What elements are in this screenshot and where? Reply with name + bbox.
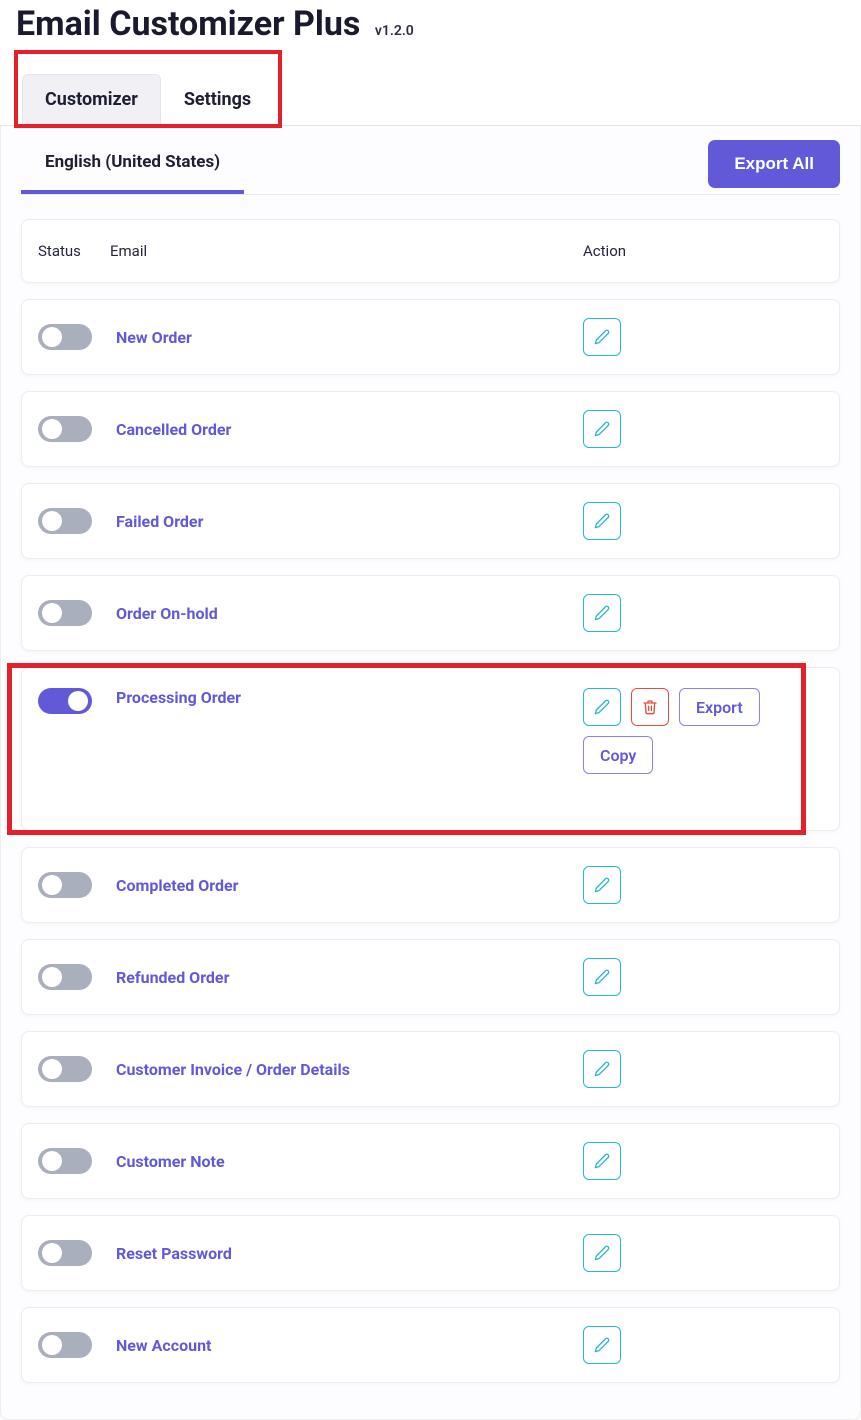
version-text: v1.2.0 (375, 23, 414, 39)
row-copy-button[interactable]: Copy (583, 736, 653, 774)
page-title: Email Customizer Plus v1.2.0 (0, 0, 861, 52)
email-name-link[interactable]: Processing Order (110, 688, 241, 707)
email-row: Order On-hold (21, 575, 840, 651)
action-group (583, 1142, 823, 1180)
edit-button[interactable] (583, 1234, 621, 1272)
email-row: New Order (21, 299, 840, 375)
email-name-link[interactable]: Customer Invoice / Order Details (110, 1060, 350, 1079)
email-row: Reset Password (21, 1215, 840, 1291)
email-name-link[interactable]: Cancelled Order (110, 420, 231, 439)
tab-settings[interactable]: Settings (161, 74, 274, 125)
content-panel: English (United States) Export All Statu… (0, 126, 861, 1420)
toggle-knob (42, 1243, 62, 1263)
title-text: Email Customizer Plus (16, 4, 360, 44)
toggle-knob (42, 511, 62, 531)
action-group (583, 594, 823, 632)
status-toggle[interactable] (38, 508, 92, 534)
status-toggle[interactable] (38, 1332, 92, 1358)
email-row: Customer Note (21, 1123, 840, 1199)
toggle-knob (68, 691, 88, 711)
email-name-link[interactable]: Failed Order (110, 512, 203, 531)
status-toggle[interactable] (38, 1148, 92, 1174)
email-name-link[interactable]: New Account (110, 1336, 211, 1355)
status-toggle[interactable] (38, 1056, 92, 1082)
col-header-email: Email (110, 242, 583, 260)
pencil-icon (594, 969, 610, 985)
edit-button[interactable] (583, 1050, 621, 1088)
delete-button[interactable] (631, 688, 669, 726)
action-group (583, 502, 823, 540)
email-row: Customer Invoice / Order Details (21, 1031, 840, 1107)
col-header-action: Action (583, 242, 823, 260)
pencil-icon (594, 329, 610, 345)
trash-icon (642, 699, 658, 715)
email-name-link[interactable]: Reset Password (110, 1244, 232, 1263)
status-toggle[interactable] (38, 324, 92, 350)
edit-button[interactable] (583, 866, 621, 904)
toggle-knob (42, 1059, 62, 1079)
edit-button[interactable] (583, 1142, 621, 1180)
action-group (583, 1326, 823, 1364)
pencil-icon (594, 1245, 610, 1261)
toggle-knob (42, 1335, 62, 1355)
email-row: Completed Order (21, 847, 840, 923)
status-toggle[interactable] (38, 964, 92, 990)
col-header-status: Status (38, 242, 110, 260)
action-group (583, 410, 823, 448)
status-toggle[interactable] (38, 416, 92, 442)
action-group (583, 1234, 823, 1272)
export-all-button[interactable]: Export All (708, 140, 840, 188)
email-list: Status Email Action New Order Cancelled O… (21, 219, 840, 1399)
action-group (583, 958, 823, 996)
edit-button[interactable] (583, 594, 621, 632)
toggle-knob (42, 875, 62, 895)
language-tab[interactable]: English (United States) (21, 134, 244, 194)
toggle-knob (42, 419, 62, 439)
edit-button[interactable] (583, 958, 621, 996)
edit-button[interactable] (583, 502, 621, 540)
email-name-link[interactable]: Refunded Order (110, 968, 229, 987)
edit-button[interactable] (583, 410, 621, 448)
main-tabs: Customizer Settings (0, 66, 861, 126)
email-row: Failed Order (21, 483, 840, 559)
edit-button[interactable] (583, 688, 621, 726)
email-row: Cancelled Order (21, 391, 840, 467)
action-group (583, 866, 823, 904)
row-export-button[interactable]: Export (679, 688, 760, 726)
pencil-icon (594, 421, 610, 437)
action-group: Export Copy (583, 688, 823, 774)
divider (21, 194, 840, 195)
list-header: Status Email Action (21, 219, 840, 283)
pencil-icon (594, 699, 610, 715)
toggle-knob (42, 327, 62, 347)
email-row: Processing Order Export Copy (21, 667, 840, 831)
action-group (583, 318, 823, 356)
toggle-knob (42, 603, 62, 623)
email-row: New Account (21, 1307, 840, 1383)
pencil-icon (594, 1337, 610, 1353)
action-group (583, 1050, 823, 1088)
pencil-icon (594, 1153, 610, 1169)
status-toggle[interactable] (38, 600, 92, 626)
language-row: English (United States) Export All (21, 126, 840, 194)
pencil-icon (594, 1061, 610, 1077)
edit-button[interactable] (583, 1326, 621, 1364)
email-name-link[interactable]: Customer Note (110, 1152, 225, 1171)
pencil-icon (594, 877, 610, 893)
pencil-icon (594, 513, 610, 529)
edit-button[interactable] (583, 318, 621, 356)
email-row: Refunded Order (21, 939, 840, 1015)
status-toggle[interactable] (38, 872, 92, 898)
email-name-link[interactable]: New Order (110, 328, 192, 347)
toggle-knob (42, 1151, 62, 1171)
pencil-icon (594, 605, 610, 621)
tab-customizer[interactable]: Customizer (22, 74, 161, 125)
toggle-knob (42, 967, 62, 987)
email-name-link[interactable]: Completed Order (110, 876, 239, 895)
status-toggle[interactable] (38, 1240, 92, 1266)
email-name-link[interactable]: Order On-hold (110, 604, 218, 623)
status-toggle[interactable] (38, 688, 92, 714)
